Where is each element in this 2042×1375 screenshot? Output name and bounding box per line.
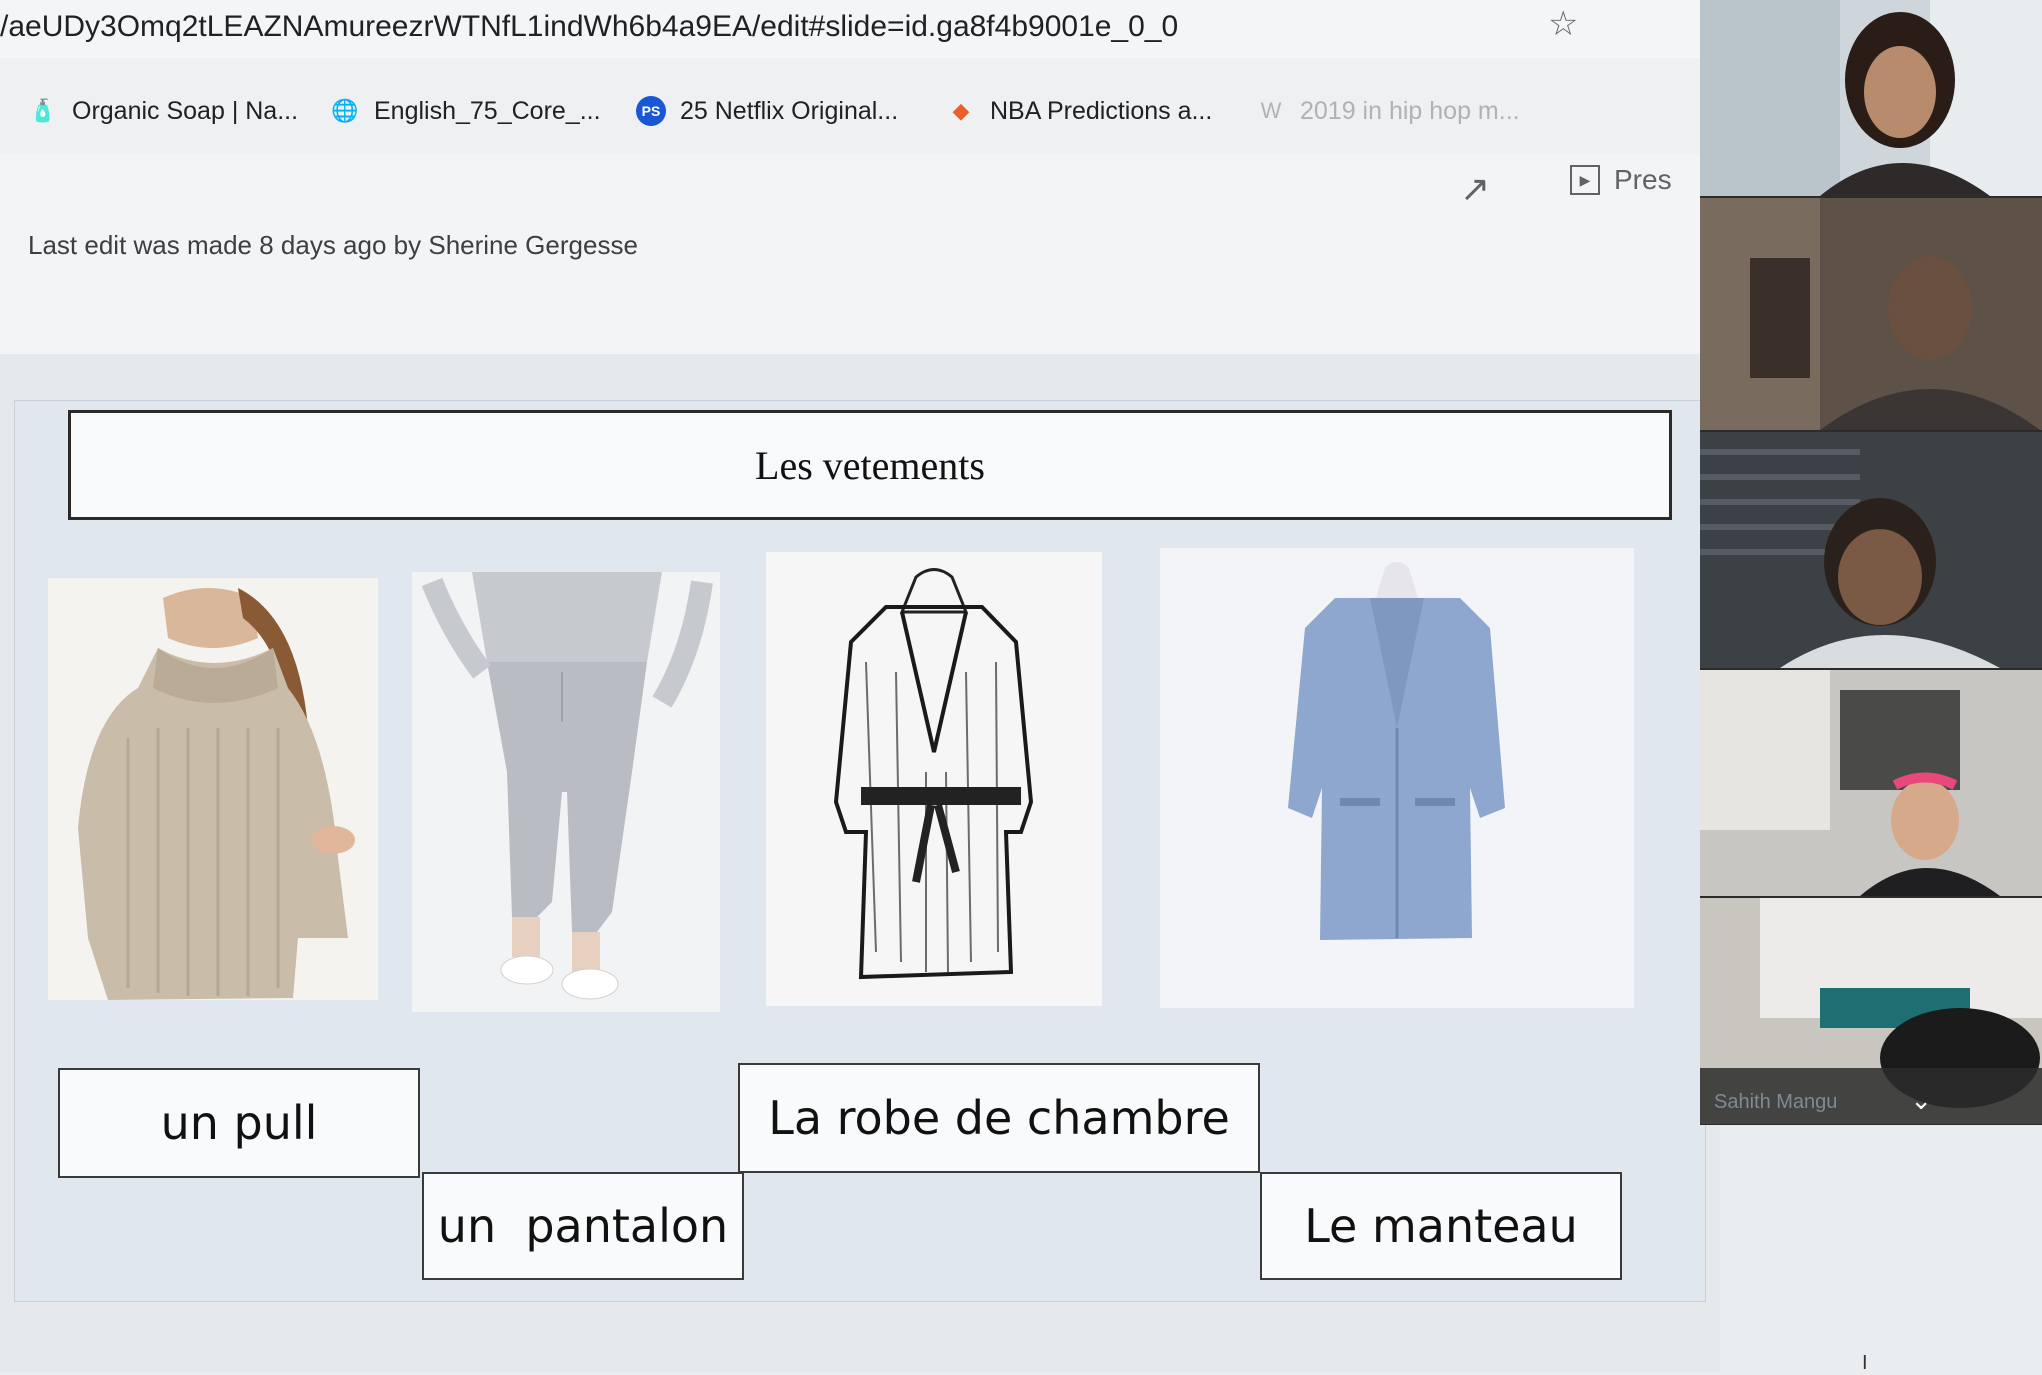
- label-manteau-text: Le manteau: [1304, 1199, 1578, 1253]
- participant-tile-1[interactable]: [1700, 0, 2042, 196]
- chevron-down-icon[interactable]: ⌄: [1910, 1085, 1932, 1116]
- participant-video: [1700, 670, 2042, 896]
- participant-video: [1700, 198, 2042, 430]
- participant-tile-3[interactable]: [1700, 432, 2042, 668]
- activity-trend-icon[interactable]: ↗: [1460, 168, 1490, 210]
- pants-photo[interactable]: [412, 572, 720, 1012]
- bookmark-organic-soap[interactable]: 🧴 Organic Soap | Na...: [28, 96, 298, 126]
- sweater-photo[interactable]: [48, 578, 378, 1000]
- participant-tile-5[interactable]: Sahith Mangu ⌄: [1700, 898, 2042, 1124]
- participant-tile-4[interactable]: [1700, 670, 2042, 896]
- robe-image: [766, 552, 1102, 1006]
- bookmark-star-icon[interactable]: ☆: [1548, 4, 1578, 44]
- video-call-panel: Sahith Mangu ⌄: [1700, 0, 2042, 1125]
- bookmark-label: NBA Predictions a...: [990, 96, 1213, 125]
- participant-tile-2[interactable]: [1700, 198, 2042, 430]
- label-le-manteau[interactable]: Le manteau: [1260, 1172, 1622, 1280]
- nba-icon: ◆: [952, 98, 970, 123]
- bookmark-label: 2019 in hip hop m...: [1300, 96, 1520, 125]
- coat-image: [1160, 548, 1634, 1008]
- wikipedia-icon: W: [1260, 98, 1282, 123]
- url-bar[interactable]: /aeUDy3Omq2tLEAZNAmureezrWTNfL1indWh6b4a…: [0, 0, 1750, 59]
- participant-video: [1700, 0, 2042, 196]
- present-label: Pres: [1614, 164, 1672, 195]
- bookmark-label: English_75_Core_...: [374, 96, 601, 125]
- participant-name: Sahith Mangu: [1714, 1091, 1838, 1113]
- slides-header: ↗ ▶ Pres Last edit was made 8 days ago b…: [0, 154, 1720, 355]
- label-un-pantalon[interactable]: un pantalon: [422, 1172, 744, 1280]
- pants-image: [412, 572, 720, 1012]
- coat-photo[interactable]: [1160, 548, 1634, 1008]
- label-un-pantalon-text: un pantalon: [437, 1199, 729, 1253]
- label-un-pull[interactable]: un pull: [58, 1068, 420, 1178]
- present-icon: ▶: [1570, 165, 1600, 195]
- bookmark-english-core[interactable]: 🌐 English_75_Core_...: [330, 96, 601, 126]
- robe-photo[interactable]: [766, 552, 1102, 1006]
- bookmark-hip-hop[interactable]: W 2019 in hip hop m...: [1256, 96, 1520, 126]
- url-text[interactable]: /aeUDy3Omq2tLEAZNAmureezrWTNfL1indWh6b4a…: [0, 10, 1178, 44]
- globe-icon: 🌐: [331, 98, 359, 123]
- slide-title: Les vetements: [755, 442, 985, 488]
- soap-icon: 🧴: [29, 98, 57, 123]
- ps-icon: PS: [636, 96, 666, 126]
- present-button[interactable]: ▶ Pres: [1570, 164, 1672, 196]
- label-robe-de-chambre[interactable]: La robe de chambre: [738, 1063, 1260, 1173]
- sweater-image: [48, 578, 378, 1000]
- last-edit-link[interactable]: Last edit was made 8 days ago by Sherine…: [28, 230, 638, 261]
- bookmark-netflix-originals[interactable]: PS 25 Netflix Original...: [636, 96, 898, 126]
- bookmark-label: 25 Netflix Original...: [680, 96, 899, 125]
- bookmarks-bar: 🧴 Organic Soap | Na... 🌐 English_75_Core…: [0, 58, 1720, 155]
- label-robe-text: La robe de chambre: [768, 1091, 1230, 1145]
- bookmark-nba-predictions[interactable]: ◆ NBA Predictions a...: [946, 96, 1213, 126]
- slide-title-box[interactable]: Les vetements: [68, 410, 1672, 520]
- bookmark-label: Organic Soap | Na...: [72, 96, 299, 125]
- label-un-pull-text: un pull: [160, 1096, 318, 1150]
- participant-video: [1700, 432, 2042, 668]
